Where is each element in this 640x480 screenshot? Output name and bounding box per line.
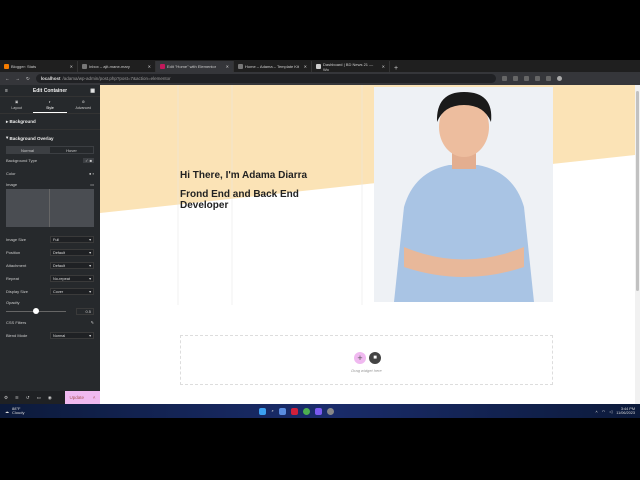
- extension-icon[interactable]: [534, 76, 540, 81]
- page-canvas: Hi There, I'm Adama Diarra Frond End and…: [100, 85, 635, 404]
- repeat-select[interactable]: No-repeat ▾: [50, 275, 94, 282]
- messenger-icon[interactable]: [314, 407, 322, 415]
- panel-title: Edit Container: [32, 87, 68, 94]
- address-bar-row: ← → ↻ localhost/adama/wp-admin/post.php?…: [0, 72, 640, 85]
- section-background-overlay[interactable]: ▾ Background Overlay: [0, 130, 100, 146]
- profile-icon[interactable]: [556, 76, 562, 81]
- image-size-select[interactable]: Full ▾: [50, 236, 94, 243]
- extension-icon[interactable]: [545, 76, 551, 81]
- style-icon: ◐: [48, 99, 52, 104]
- reload-icon[interactable]: ↻: [26, 76, 30, 82]
- opacity-input[interactable]: 0.5: [76, 307, 94, 315]
- tab-advanced[interactable]: ⚙ Advanced: [67, 97, 100, 113]
- attachment-select[interactable]: Default ▾: [50, 262, 94, 269]
- browser-tab[interactable]: Inbox – ajit-mane-mary ✕: [78, 61, 156, 72]
- empty-container-drop-zone[interactable]: + ■ Drag widget here: [180, 335, 553, 385]
- clock[interactable]: 3:44 PM 11/06/2023: [616, 407, 635, 416]
- elementor-panel: ≡ Edit Container ▦ ▣ Layout ◐ Style ⚙ Advance…: [0, 85, 100, 404]
- hero-greeting[interactable]: Hi There, I'm Adama Diarra: [180, 170, 360, 181]
- extension-icon[interactable]: [501, 76, 507, 81]
- template-library-button[interactable]: ■: [369, 352, 381, 364]
- slider-handle[interactable]: [33, 308, 39, 314]
- tab-layout[interactable]: ▣ Layout: [0, 97, 33, 113]
- gear-icon: ⚙: [81, 100, 85, 104]
- add-element-button[interactable]: +: [354, 352, 366, 364]
- wifi-icon[interactable]: ◠: [602, 409, 606, 414]
- close-icon[interactable]: ✕: [226, 64, 229, 69]
- tray-chevron-icon[interactable]: ˄: [595, 409, 597, 414]
- profile-photo[interactable]: [374, 87, 553, 302]
- cloud-icon: ☁: [5, 408, 9, 414]
- update-button[interactable]: Update ˄: [65, 391, 100, 404]
- close-icon[interactable]: ✕: [304, 64, 307, 69]
- search-icon[interactable]: ⌕: [271, 408, 273, 415]
- close-icon[interactable]: ✕: [148, 64, 151, 69]
- menu-icon[interactable]: ≡: [5, 88, 8, 94]
- app-icon[interactable]: [326, 407, 334, 415]
- person-illustration: [394, 92, 534, 302]
- opacity-slider[interactable]: [6, 308, 66, 314]
- scrollbar[interactable]: [635, 85, 640, 404]
- layers-icon[interactable]: ≋: [15, 395, 19, 401]
- browser-tab-bar: Blogger: Stats ✕ Inbox – ajit-mane-mary ✕ Ed…: [0, 60, 640, 72]
- forward-icon[interactable]: →: [16, 76, 21, 81]
- position-select[interactable]: Default ▾: [50, 249, 94, 256]
- new-tab-button[interactable]: +: [390, 65, 402, 72]
- browser-tab[interactable]: Home – Adama – Template Kit ✕: [234, 61, 312, 72]
- drop-hint: Drag widget here: [351, 368, 382, 373]
- responsive-icon: ▭: [90, 182, 94, 187]
- grid-icon[interactable]: ▦: [90, 88, 95, 94]
- favicon-icon: [160, 64, 165, 69]
- state-tab-normal[interactable]: Normal: [6, 146, 49, 154]
- extension-icon[interactable]: [523, 76, 529, 81]
- settings-icon[interactable]: ⚙: [4, 395, 8, 401]
- windows-taskbar: ☁ 88°F Cloudy ⌕ ˄ ◠ ◁ 3:44 PM 11/06/2023: [0, 404, 640, 418]
- volume-icon[interactable]: ◁: [609, 409, 612, 414]
- close-icon[interactable]: ✕: [70, 64, 73, 69]
- display-size-select[interactable]: Cover ▾: [50, 288, 94, 295]
- brush-icon[interactable]: ✓ ■: [83, 158, 94, 163]
- url-input[interactable]: localhost/adama/wp-admin/post.php?post=7…: [35, 74, 496, 83]
- back-icon[interactable]: ←: [5, 76, 10, 81]
- layout-icon: ▣: [15, 100, 19, 104]
- image-picker[interactable]: [6, 189, 94, 227]
- browser-tab[interactable]: Blogger: Stats ✕: [0, 61, 78, 72]
- opera-icon[interactable]: [290, 407, 298, 415]
- favicon-icon: [238, 64, 243, 69]
- tab-style[interactable]: ◐ Style: [33, 97, 67, 113]
- browser-tab[interactable]: Edit "Home" with Elementor ✕: [156, 61, 234, 72]
- section-background[interactable]: ▸ Background: [0, 114, 100, 130]
- favicon-icon: [316, 64, 321, 69]
- extension-icon[interactable]: [512, 76, 518, 81]
- browser-tab[interactable]: Dashboard | BD News 21 — Wo ✕: [312, 61, 390, 72]
- blend-mode-select[interactable]: Normal ▾: [50, 332, 94, 339]
- color-picker[interactable]: ● ▪: [89, 171, 94, 176]
- favicon-icon: [4, 64, 9, 69]
- history-icon[interactable]: ↺: [26, 395, 30, 401]
- state-tab-hover[interactable]: Hover: [49, 146, 94, 154]
- app-icon[interactable]: [278, 407, 286, 415]
- close-icon[interactable]: ✕: [382, 64, 385, 69]
- chrome-icon[interactable]: [302, 407, 310, 415]
- edit-icon[interactable]: ✎: [91, 320, 94, 325]
- favicon-icon: [82, 64, 87, 69]
- hero-role[interactable]: Frond End and Back End Developer: [180, 189, 320, 211]
- start-icon[interactable]: [259, 407, 267, 415]
- weather-widget[interactable]: ☁ 88°F Cloudy: [0, 407, 24, 415]
- chevron-up-icon[interactable]: ˄: [93, 395, 96, 400]
- preview-icon[interactable]: ◉: [48, 395, 52, 401]
- responsive-icon[interactable]: ▭: [37, 395, 41, 401]
